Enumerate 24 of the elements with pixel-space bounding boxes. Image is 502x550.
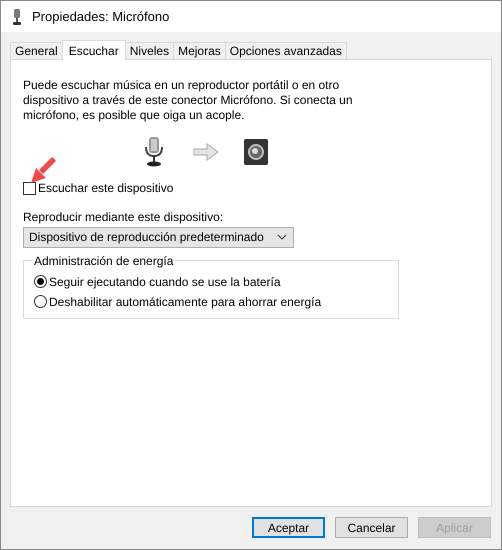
arrow-icon [193,143,219,161]
radio-option[interactable]: Deshabilitar automáticamente para ahorrar energía [34,292,392,312]
checkbox[interactable] [23,182,36,194]
arrow-icon [29,155,59,185]
window-title: Propiedades: Micrófono [32,9,170,24]
tab[interactable]: Escuchar [62,40,126,60]
tab[interactable]: Opciones avanzadas [224,42,347,59]
radio-button[interactable] [34,275,47,288]
microphone-icon [143,137,165,167]
radio-option[interactable]: Seguir ejecutando cuando se use la batería [34,272,392,292]
tab[interactable]: General [10,42,63,59]
playback-dropdown[interactable]: Dispositivo de reproducción predeterminado [23,226,294,248]
dialog-button[interactable]: Aceptar [252,517,325,538]
radio-label: Seguir ejecutando cuando se use la batería [49,274,280,288]
speaker-icon [243,138,269,166]
field-label: Reproducir mediante este dispositivo: [23,210,224,224]
tab[interactable]: Mejoras [173,42,226,59]
microphone-icon [11,8,23,26]
group-title: Administración de energía [33,254,174,268]
dialog-button[interactable]: Cancelar [335,517,408,538]
chevron-down-icon [277,234,287,240]
radio-button[interactable] [34,295,47,308]
radio-label: Deshabilitar automáticamente para ahorrar energía [49,294,322,308]
description-text: Puede escuchar música en un reproductor portátil o en otro dispositivo a través de este conector Micrófono. Si conecta un micrófono, es posible que oiga un acople. [23,78,354,123]
